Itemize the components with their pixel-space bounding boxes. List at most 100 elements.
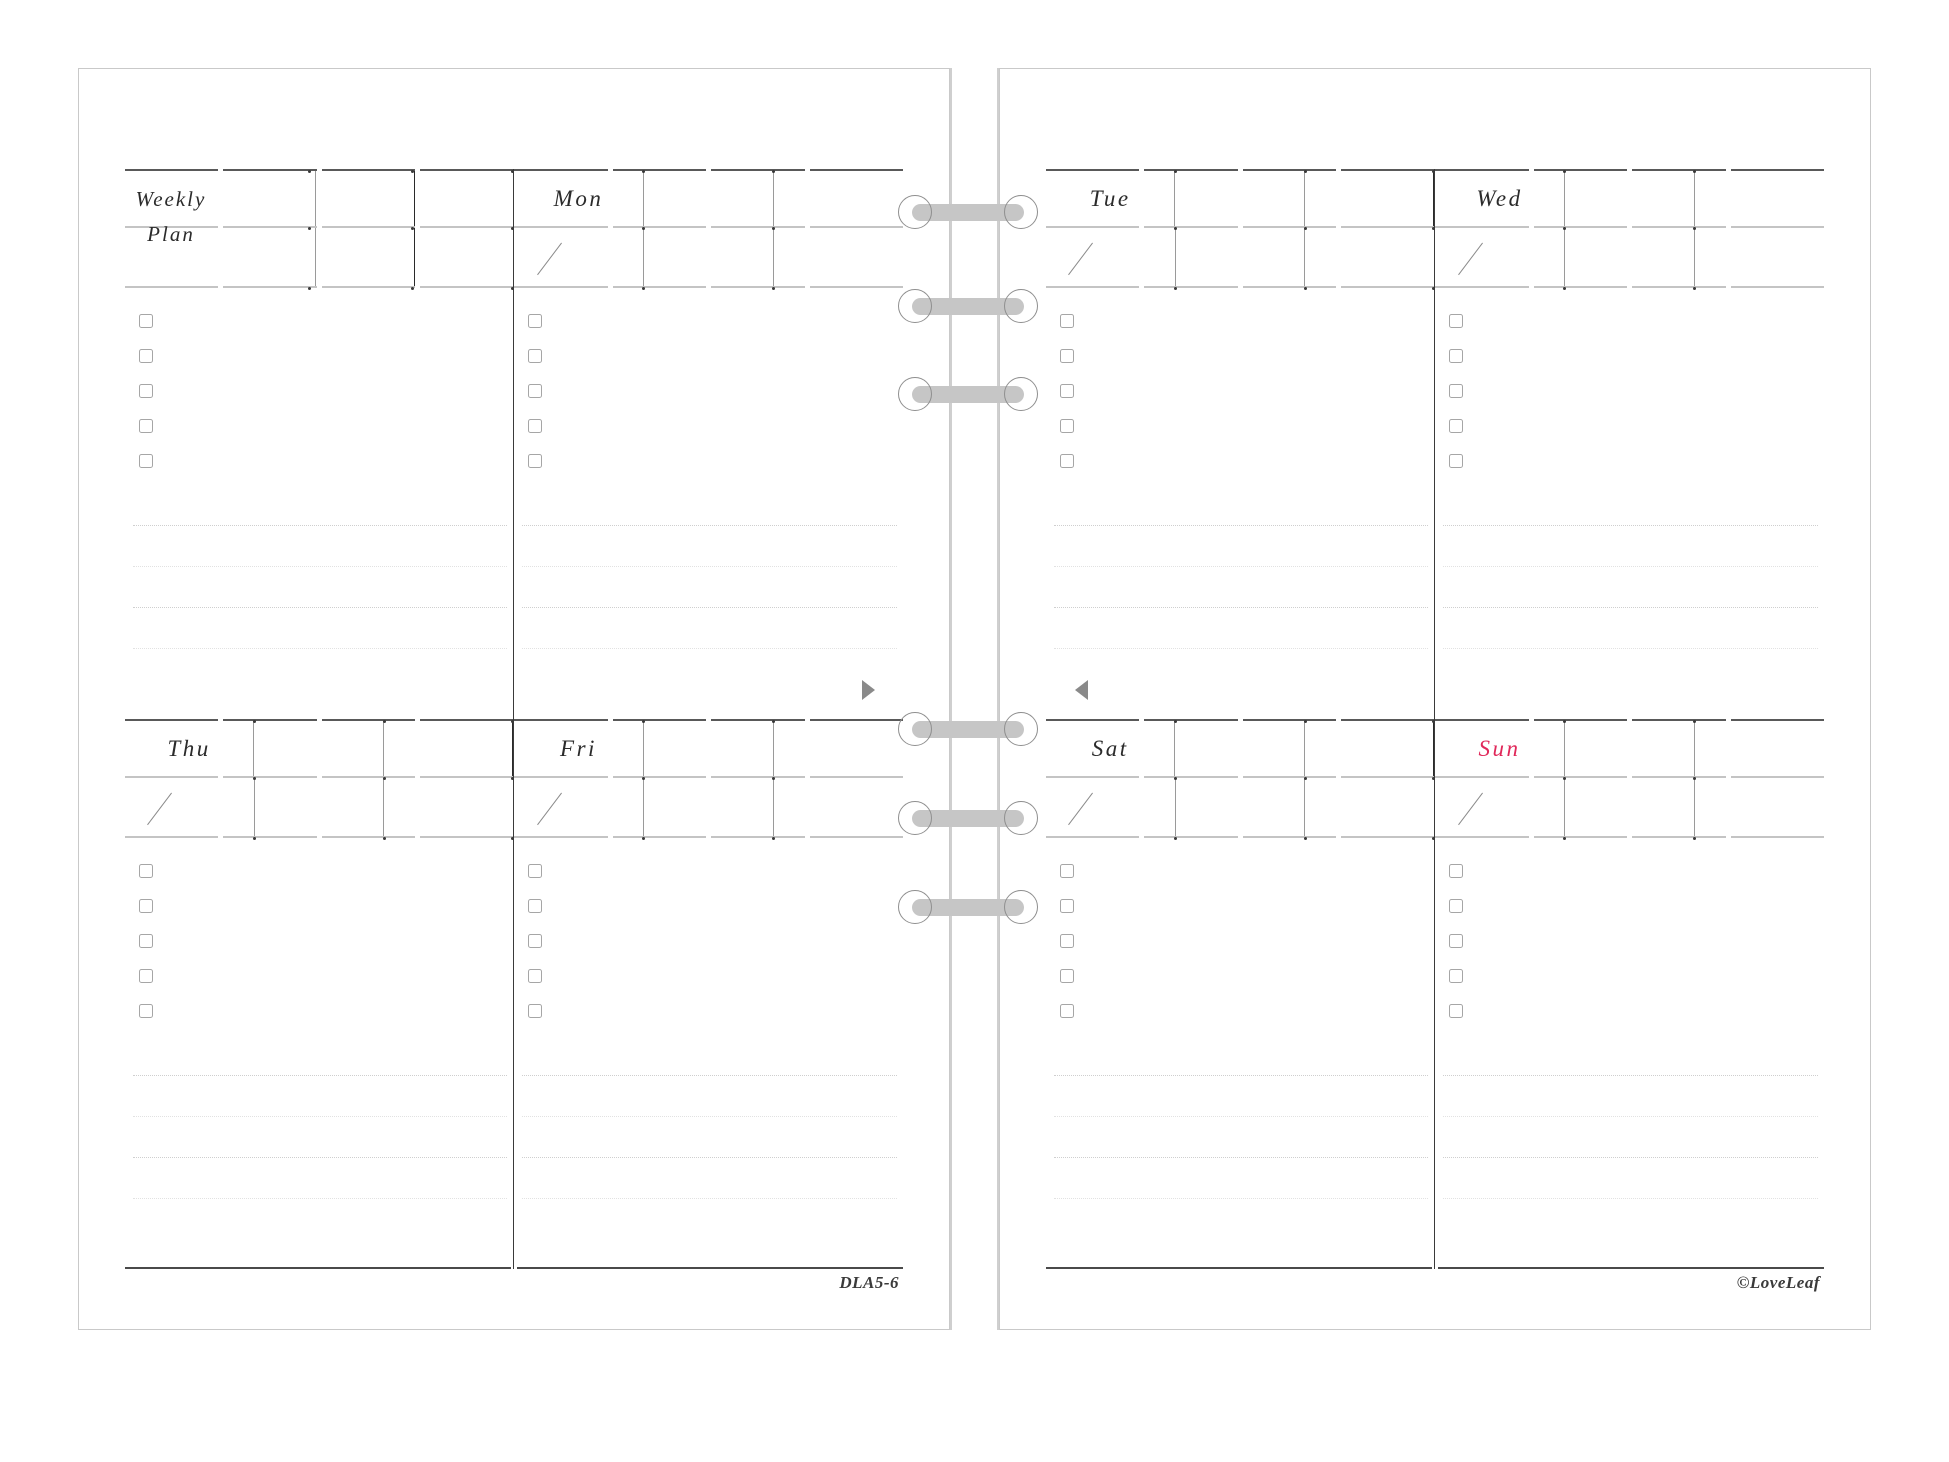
header-cell[interactable]	[1175, 721, 1305, 776]
checkbox[interactable]	[1449, 1003, 1463, 1018]
header-cell[interactable]	[316, 171, 415, 226]
checkbox[interactable]	[528, 453, 542, 468]
note-line[interactable]	[1054, 1035, 1428, 1076]
checkbox[interactable]	[139, 933, 153, 948]
date-cell[interactable]	[644, 228, 774, 286]
note-line[interactable]	[1443, 608, 1818, 649]
header-cell[interactable]	[774, 171, 903, 226]
checkbox-row[interactable]	[528, 443, 542, 478]
note-line[interactable]	[1054, 567, 1428, 608]
checkbox-row[interactable]	[139, 853, 153, 888]
note-line[interactable]	[1443, 567, 1818, 608]
date-cell[interactable]	[1046, 228, 1176, 286]
checkbox-row[interactable]	[528, 958, 542, 993]
note-line[interactable]	[522, 485, 897, 526]
note-line[interactable]	[1054, 485, 1428, 526]
checkbox[interactable]	[1449, 863, 1463, 878]
checkbox[interactable]	[528, 898, 542, 913]
checkbox[interactable]	[1060, 348, 1074, 363]
note-line[interactable]	[522, 1117, 897, 1158]
checkbox-row[interactable]	[1449, 338, 1463, 373]
checkbox-row[interactable]	[1060, 853, 1074, 888]
date-cell[interactable]	[644, 778, 774, 836]
note-line[interactable]	[1054, 526, 1428, 567]
note-line[interactable]	[133, 485, 507, 526]
note-line[interactable]	[1054, 608, 1428, 649]
date-cell[interactable]	[514, 778, 644, 836]
note-line[interactable]	[1443, 1035, 1818, 1076]
checkbox[interactable]	[139, 383, 153, 398]
checkbox-row[interactable]	[1449, 888, 1463, 923]
note-line[interactable]	[1443, 485, 1818, 526]
header-cell[interactable]	[644, 171, 774, 226]
header-cell[interactable]	[1565, 171, 1695, 226]
header-cell[interactable]	[217, 171, 316, 226]
checkbox-row[interactable]	[1060, 338, 1074, 373]
checkbox-row[interactable]	[1060, 303, 1074, 338]
checkbox[interactable]	[1449, 933, 1463, 948]
checkbox[interactable]	[1449, 453, 1463, 468]
checkbox[interactable]	[528, 863, 542, 878]
checkbox-row[interactable]	[1449, 373, 1463, 408]
checkbox-row[interactable]	[1060, 993, 1074, 1028]
checkbox[interactable]	[528, 418, 542, 433]
checkbox-row[interactable]	[1060, 958, 1074, 993]
date-cell[interactable]	[1565, 778, 1695, 836]
checkbox[interactable]	[1060, 383, 1074, 398]
checkbox-row[interactable]	[1449, 303, 1463, 338]
note-line[interactable]	[133, 1035, 507, 1076]
checkbox-row[interactable]	[1449, 958, 1463, 993]
checkbox-row[interactable]	[528, 408, 542, 443]
note-line[interactable]	[1054, 1076, 1428, 1117]
checkbox-row[interactable]	[528, 303, 542, 338]
header-cell[interactable]	[1175, 171, 1305, 226]
checkbox-row[interactable]	[139, 888, 153, 923]
prev-page-arrow-icon[interactable]	[1075, 680, 1088, 700]
checkbox-row[interactable]	[139, 443, 153, 478]
date-cell[interactable]	[316, 228, 415, 286]
checkbox-row[interactable]	[1449, 408, 1463, 443]
note-line[interactable]	[133, 1117, 507, 1158]
checkbox[interactable]	[139, 898, 153, 913]
checkbox-row[interactable]	[1449, 923, 1463, 958]
checkbox-row[interactable]	[139, 338, 153, 373]
checkbox-row[interactable]	[139, 303, 153, 338]
checkbox-row[interactable]	[1060, 888, 1074, 923]
date-cell[interactable]	[217, 228, 316, 286]
checkbox-row[interactable]	[1060, 923, 1074, 958]
checkbox[interactable]	[1449, 968, 1463, 983]
checkbox[interactable]	[1060, 313, 1074, 328]
note-line[interactable]	[133, 567, 507, 608]
checkbox-row[interactable]	[528, 853, 542, 888]
header-cell[interactable]	[1305, 171, 1434, 226]
date-cell[interactable]	[514, 228, 644, 286]
date-cell[interactable]	[1435, 228, 1565, 286]
checkbox-row[interactable]	[1449, 853, 1463, 888]
checkbox[interactable]	[1060, 863, 1074, 878]
checkbox-row[interactable]	[1060, 408, 1074, 443]
checkbox-row[interactable]	[1449, 993, 1463, 1028]
checkbox[interactable]	[1060, 898, 1074, 913]
header-cell[interactable]	[644, 721, 774, 776]
checkbox-row[interactable]	[528, 888, 542, 923]
checkbox[interactable]	[528, 313, 542, 328]
note-line[interactable]	[133, 1158, 507, 1199]
checkbox[interactable]	[1449, 313, 1463, 328]
note-line[interactable]	[1054, 1158, 1428, 1199]
checkbox[interactable]	[139, 1003, 153, 1018]
checkbox-row[interactable]	[528, 923, 542, 958]
checkbox-row[interactable]	[1060, 373, 1074, 408]
header-cell[interactable]	[384, 721, 513, 776]
date-cell[interactable]	[1695, 228, 1824, 286]
next-page-arrow-icon[interactable]	[862, 680, 875, 700]
date-cell[interactable]	[1305, 228, 1434, 286]
checkbox-row[interactable]	[1060, 443, 1074, 478]
date-cell[interactable]	[125, 778, 255, 836]
checkbox[interactable]	[528, 383, 542, 398]
note-line[interactable]	[522, 1076, 897, 1117]
date-cell[interactable]	[774, 778, 903, 836]
header-cell[interactable]	[254, 721, 384, 776]
checkbox-row[interactable]	[528, 993, 542, 1028]
checkbox[interactable]	[139, 968, 153, 983]
checkbox-row[interactable]	[139, 408, 153, 443]
